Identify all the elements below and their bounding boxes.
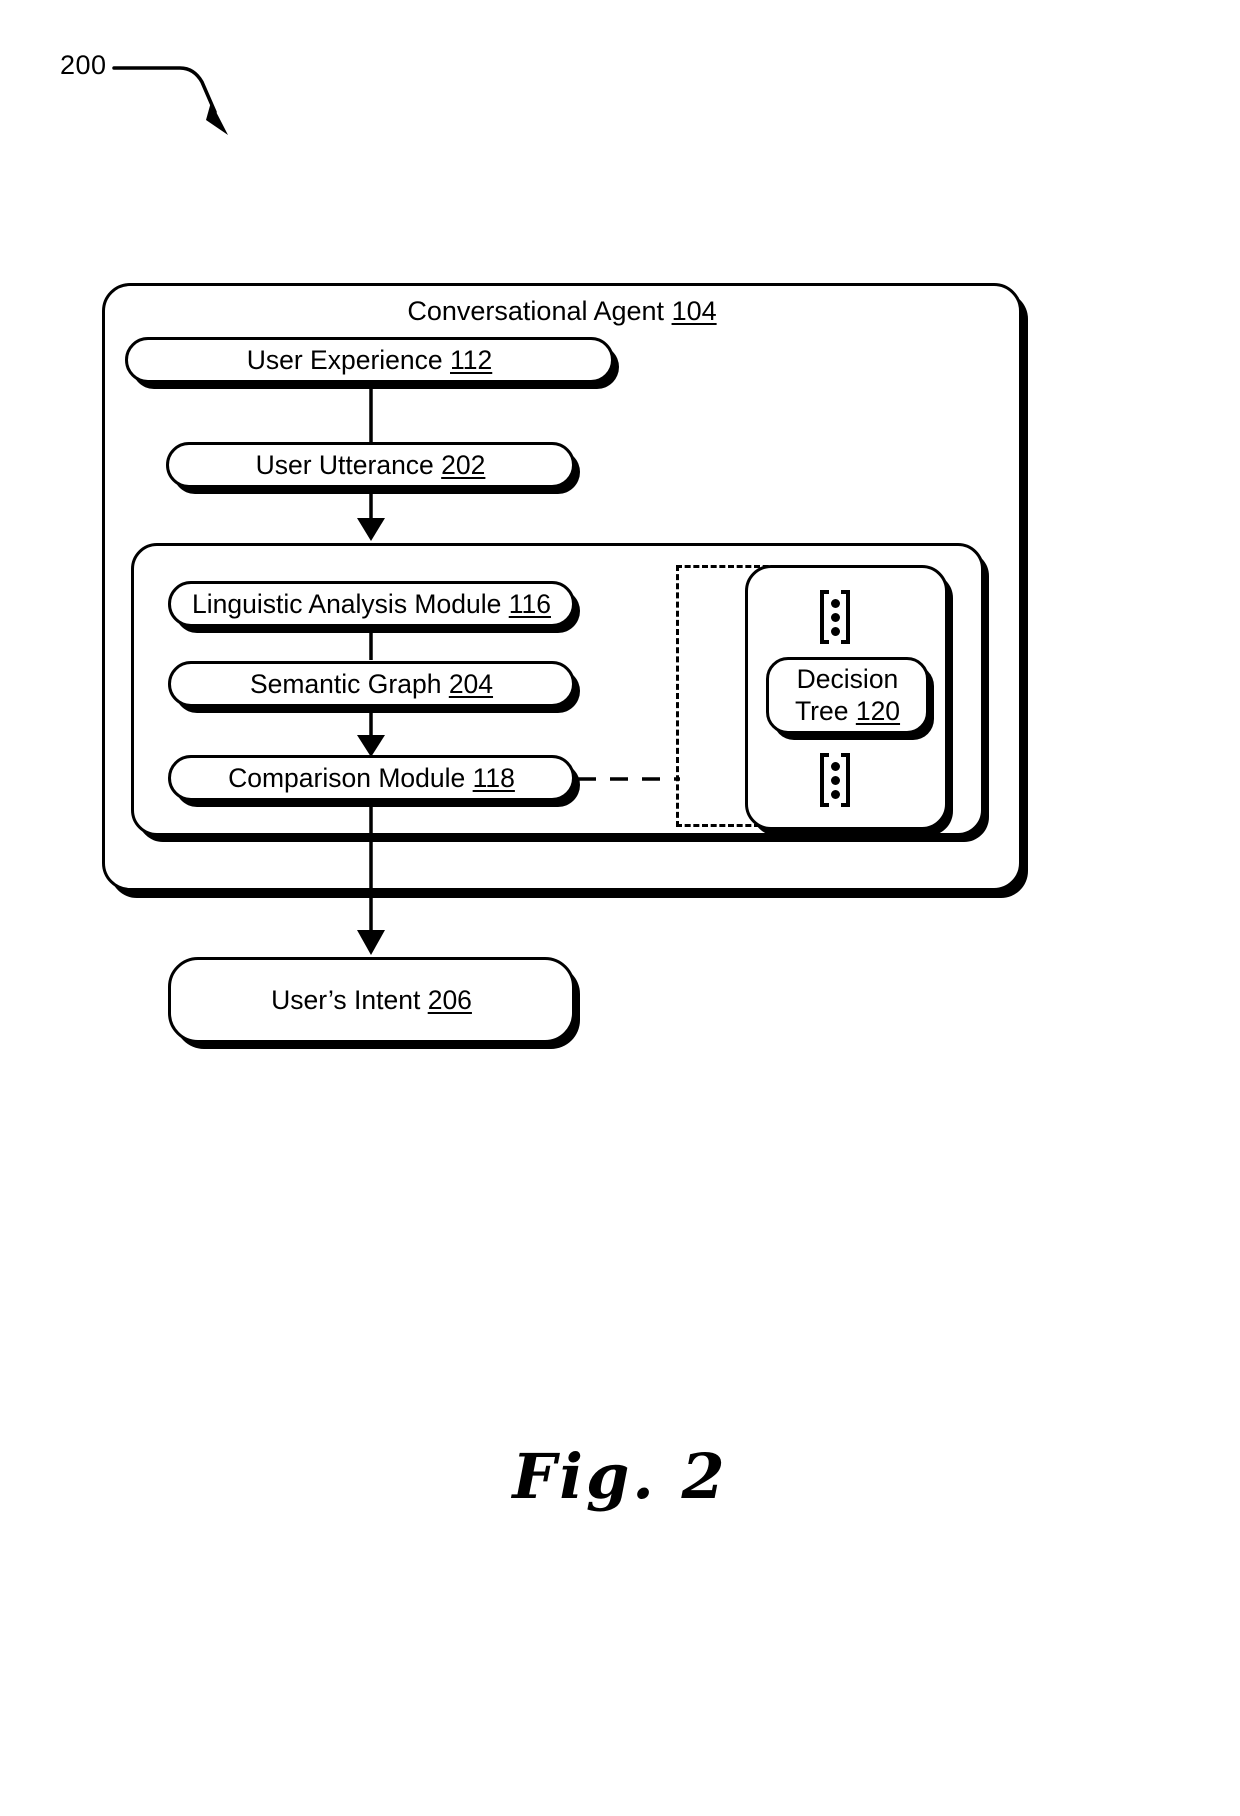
node-user-utterance-label: User Utterance: [255, 449, 434, 480]
figure-caption: Fig. 2: [512, 1440, 728, 1513]
node-decision-tree-label-line1: Decision: [796, 663, 899, 694]
node-user-experience[interactable]: User Experience 112: [125, 337, 614, 383]
node-users-intent-label: User’s Intent: [271, 984, 421, 1015]
node-comparison-module-ref: 118: [472, 762, 515, 793]
node-users-intent[interactable]: User’s Intent 206: [168, 957, 575, 1043]
node-semantic-graph-ref: 204: [448, 668, 494, 699]
node-user-experience-label: User Experience: [246, 344, 443, 375]
node-linguistic-analysis-module[interactable]: Linguistic Analysis Module 116: [168, 581, 575, 627]
node-user-utterance[interactable]: User Utterance 202: [166, 442, 575, 488]
node-semantic-graph-label: Semantic Graph: [249, 668, 442, 699]
node-linguistic-analysis-module-label: Linguistic Analysis Module: [192, 588, 502, 619]
arrowhead-down-intent: [357, 930, 385, 955]
connector-layer: [357, 382, 680, 955]
node-semantic-graph[interactable]: Semantic Graph 204: [168, 661, 575, 707]
node-comparison-module-label: Comparison Module: [228, 762, 466, 793]
node-decision-tree-ref: 120: [855, 695, 901, 726]
patent-figure-canvas: 200 Conversational Agent 104 User Experi…: [0, 0, 1240, 1816]
node-user-experience-ref: 112: [450, 344, 493, 375]
node-linguistic-analysis-module-ref: 116: [508, 588, 551, 619]
arrowhead-down-semantic: [357, 735, 385, 757]
node-users-intent-ref: 206: [427, 984, 472, 1015]
node-comparison-module[interactable]: Comparison Module 118: [168, 755, 575, 801]
node-decision-tree-label-line2: Tree: [794, 695, 849, 726]
node-user-utterance-ref: 202: [441, 449, 486, 480]
node-decision-tree[interactable]: Decision Tree 120: [766, 657, 929, 734]
arrowhead-down-utterance: [357, 518, 385, 541]
